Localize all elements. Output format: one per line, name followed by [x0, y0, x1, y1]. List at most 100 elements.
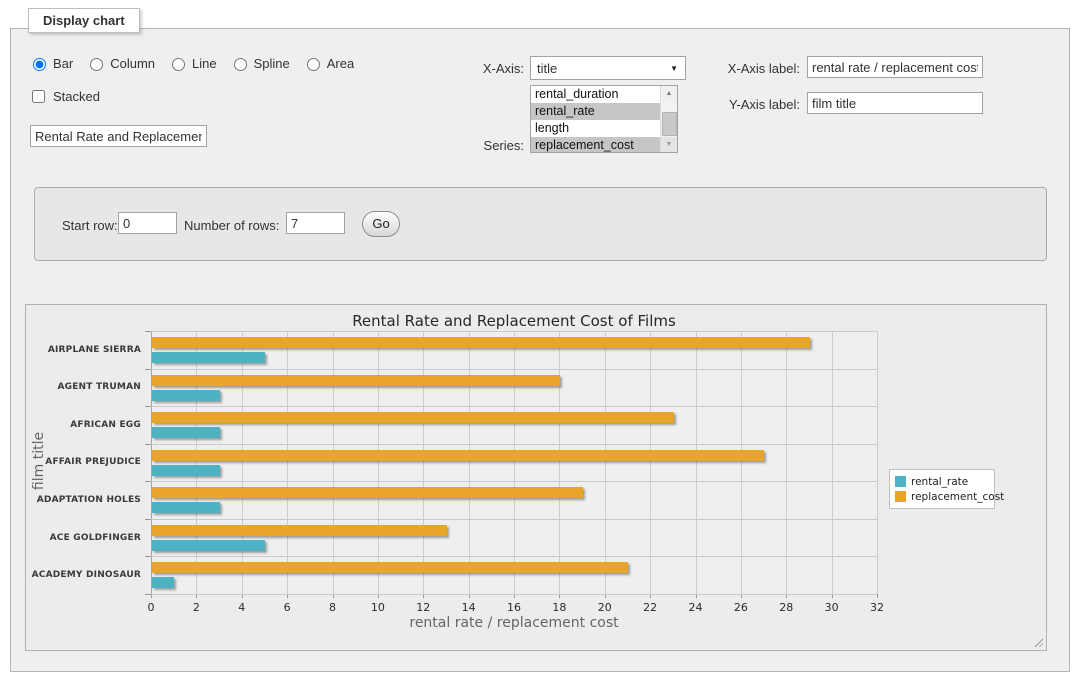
chart-panel: Rental Rate and Replacement Cost of Film… — [25, 304, 1047, 651]
x-gridline — [196, 331, 197, 594]
radio-line[interactable] — [172, 58, 185, 71]
x-tick-label: 32 — [862, 601, 892, 614]
y-gridline — [151, 481, 877, 482]
bar-replacement_cost — [152, 450, 764, 461]
start-row-input[interactable] — [118, 212, 177, 234]
legend-swatch-replacement_cost — [895, 491, 906, 502]
radio-label: Bar — [53, 56, 73, 71]
radio-label: Column — [110, 56, 155, 71]
x-axis-label-input[interactable] — [807, 56, 983, 78]
bar-replacement_cost — [152, 487, 583, 498]
x-tick-label: 8 — [318, 601, 348, 614]
x-gridline — [242, 331, 243, 594]
x-tick-label: 22 — [635, 601, 665, 614]
x-gridline — [378, 331, 379, 594]
category-label: ACADEMY DINOSAUR — [26, 556, 141, 594]
chart-type-option-bar[interactable]: Bar — [28, 55, 73, 71]
category-label: ACE GOLDFINGER — [26, 519, 141, 557]
series-option-rental_rate[interactable]: rental_rate — [531, 103, 660, 120]
y-gridline — [151, 519, 877, 520]
x-axis-select[interactable]: title ▼ — [530, 56, 686, 80]
x-tick-label: 2 — [181, 601, 211, 614]
category-label: AFRICAN EGG — [26, 406, 141, 444]
y-gridline — [151, 444, 877, 445]
bar-rental_rate — [152, 427, 220, 438]
series-options: rental_durationrental_ratelengthreplacem… — [531, 86, 660, 152]
bar-rental_rate — [152, 390, 220, 401]
chart-legend: rental_ratereplacement_cost — [889, 469, 995, 509]
y-gridline — [151, 369, 877, 370]
x-axis-title: rental rate / replacement cost — [151, 615, 877, 631]
bar-rental_rate — [152, 577, 174, 588]
scroll-down-icon[interactable]: ▼ — [661, 137, 677, 152]
bar-replacement_cost — [152, 337, 810, 348]
go-button[interactable]: Go — [362, 211, 400, 237]
y-tick — [145, 444, 151, 445]
series-option-rental_duration[interactable]: rental_duration — [531, 86, 660, 103]
bar-replacement_cost — [152, 525, 447, 536]
x-tick-label: 6 — [272, 601, 302, 614]
y-axis-label-label: Y-Axis label: — [690, 97, 800, 112]
y-tick — [145, 369, 151, 370]
scroll-up-icon[interactable]: ▲ — [661, 86, 677, 101]
x-gridline — [832, 331, 833, 594]
legend-item-replacement_cost[interactable]: replacement_cost — [895, 489, 989, 504]
category-label: AFFAIR PREJUDICE — [26, 444, 141, 482]
bar-rental_rate — [152, 540, 265, 551]
x-tick-label: 10 — [363, 601, 393, 614]
x-tick-label: 4 — [227, 601, 257, 614]
x-tick — [877, 594, 878, 598]
stacked-row: Stacked — [28, 87, 100, 106]
bar-rental_rate — [152, 502, 220, 513]
radio-column[interactable] — [90, 58, 103, 71]
stacked-label: Stacked — [53, 89, 100, 104]
y-axis-label-input[interactable] — [807, 92, 983, 114]
resize-handle[interactable] — [1033, 637, 1043, 647]
x-gridline — [514, 331, 515, 594]
radio-area[interactable] — [307, 58, 320, 71]
x-gridline — [559, 331, 560, 594]
x-gridline — [333, 331, 334, 594]
listbox-scrollbar[interactable]: ▲ ▼ — [660, 86, 677, 152]
y-gridline — [151, 556, 877, 557]
y-tick — [145, 406, 151, 407]
x-tick-label: 14 — [454, 601, 484, 614]
num-rows-input[interactable] — [286, 212, 345, 234]
x-axis-selected-value: title — [537, 61, 557, 76]
chart-type-option-line[interactable]: Line — [167, 55, 217, 71]
chart-type-option-area[interactable]: Area — [302, 55, 354, 71]
series-option-length[interactable]: length — [531, 120, 660, 137]
category-label: AGENT TRUMAN — [26, 369, 141, 407]
y-tick — [145, 481, 151, 482]
x-gridline — [151, 331, 152, 594]
x-axis-select-label: X-Axis: — [440, 61, 524, 76]
x-tick-label: 18 — [544, 601, 574, 614]
y-tick — [145, 331, 151, 332]
x-tick-label: 24 — [681, 601, 711, 614]
chart-title-input[interactable] — [30, 125, 207, 147]
chart-type-option-spline[interactable]: Spline — [229, 55, 290, 71]
x-tick-label: 26 — [726, 601, 756, 614]
start-row-label: Start row: — [62, 218, 118, 233]
bar-replacement_cost — [152, 375, 560, 386]
x-tick-label: 30 — [817, 601, 847, 614]
x-gridline — [605, 331, 606, 594]
x-tick-label: 28 — [771, 601, 801, 614]
radio-spline[interactable] — [234, 58, 247, 71]
x-axis-label-label: X-Axis label: — [690, 61, 800, 76]
x-gridline — [877, 331, 878, 594]
bar-rental_rate — [152, 352, 265, 363]
series-listbox[interactable]: rental_durationrental_ratelengthreplacem… — [530, 85, 678, 153]
radio-label: Line — [192, 56, 217, 71]
scrollbar-thumb[interactable] — [662, 112, 677, 136]
chart-type-option-column[interactable]: Column — [85, 55, 155, 71]
x-gridline — [650, 331, 651, 594]
legend-item-rental_rate[interactable]: rental_rate — [895, 474, 989, 489]
x-gridline — [423, 331, 424, 594]
legend-swatch-rental_rate — [895, 476, 906, 487]
series-option-replacement_cost[interactable]: replacement_cost — [531, 137, 660, 152]
radio-bar[interactable] — [33, 58, 46, 71]
radio-label: Area — [327, 56, 354, 71]
stacked-checkbox[interactable] — [32, 90, 45, 103]
legend-label: rental_rate — [911, 476, 968, 488]
